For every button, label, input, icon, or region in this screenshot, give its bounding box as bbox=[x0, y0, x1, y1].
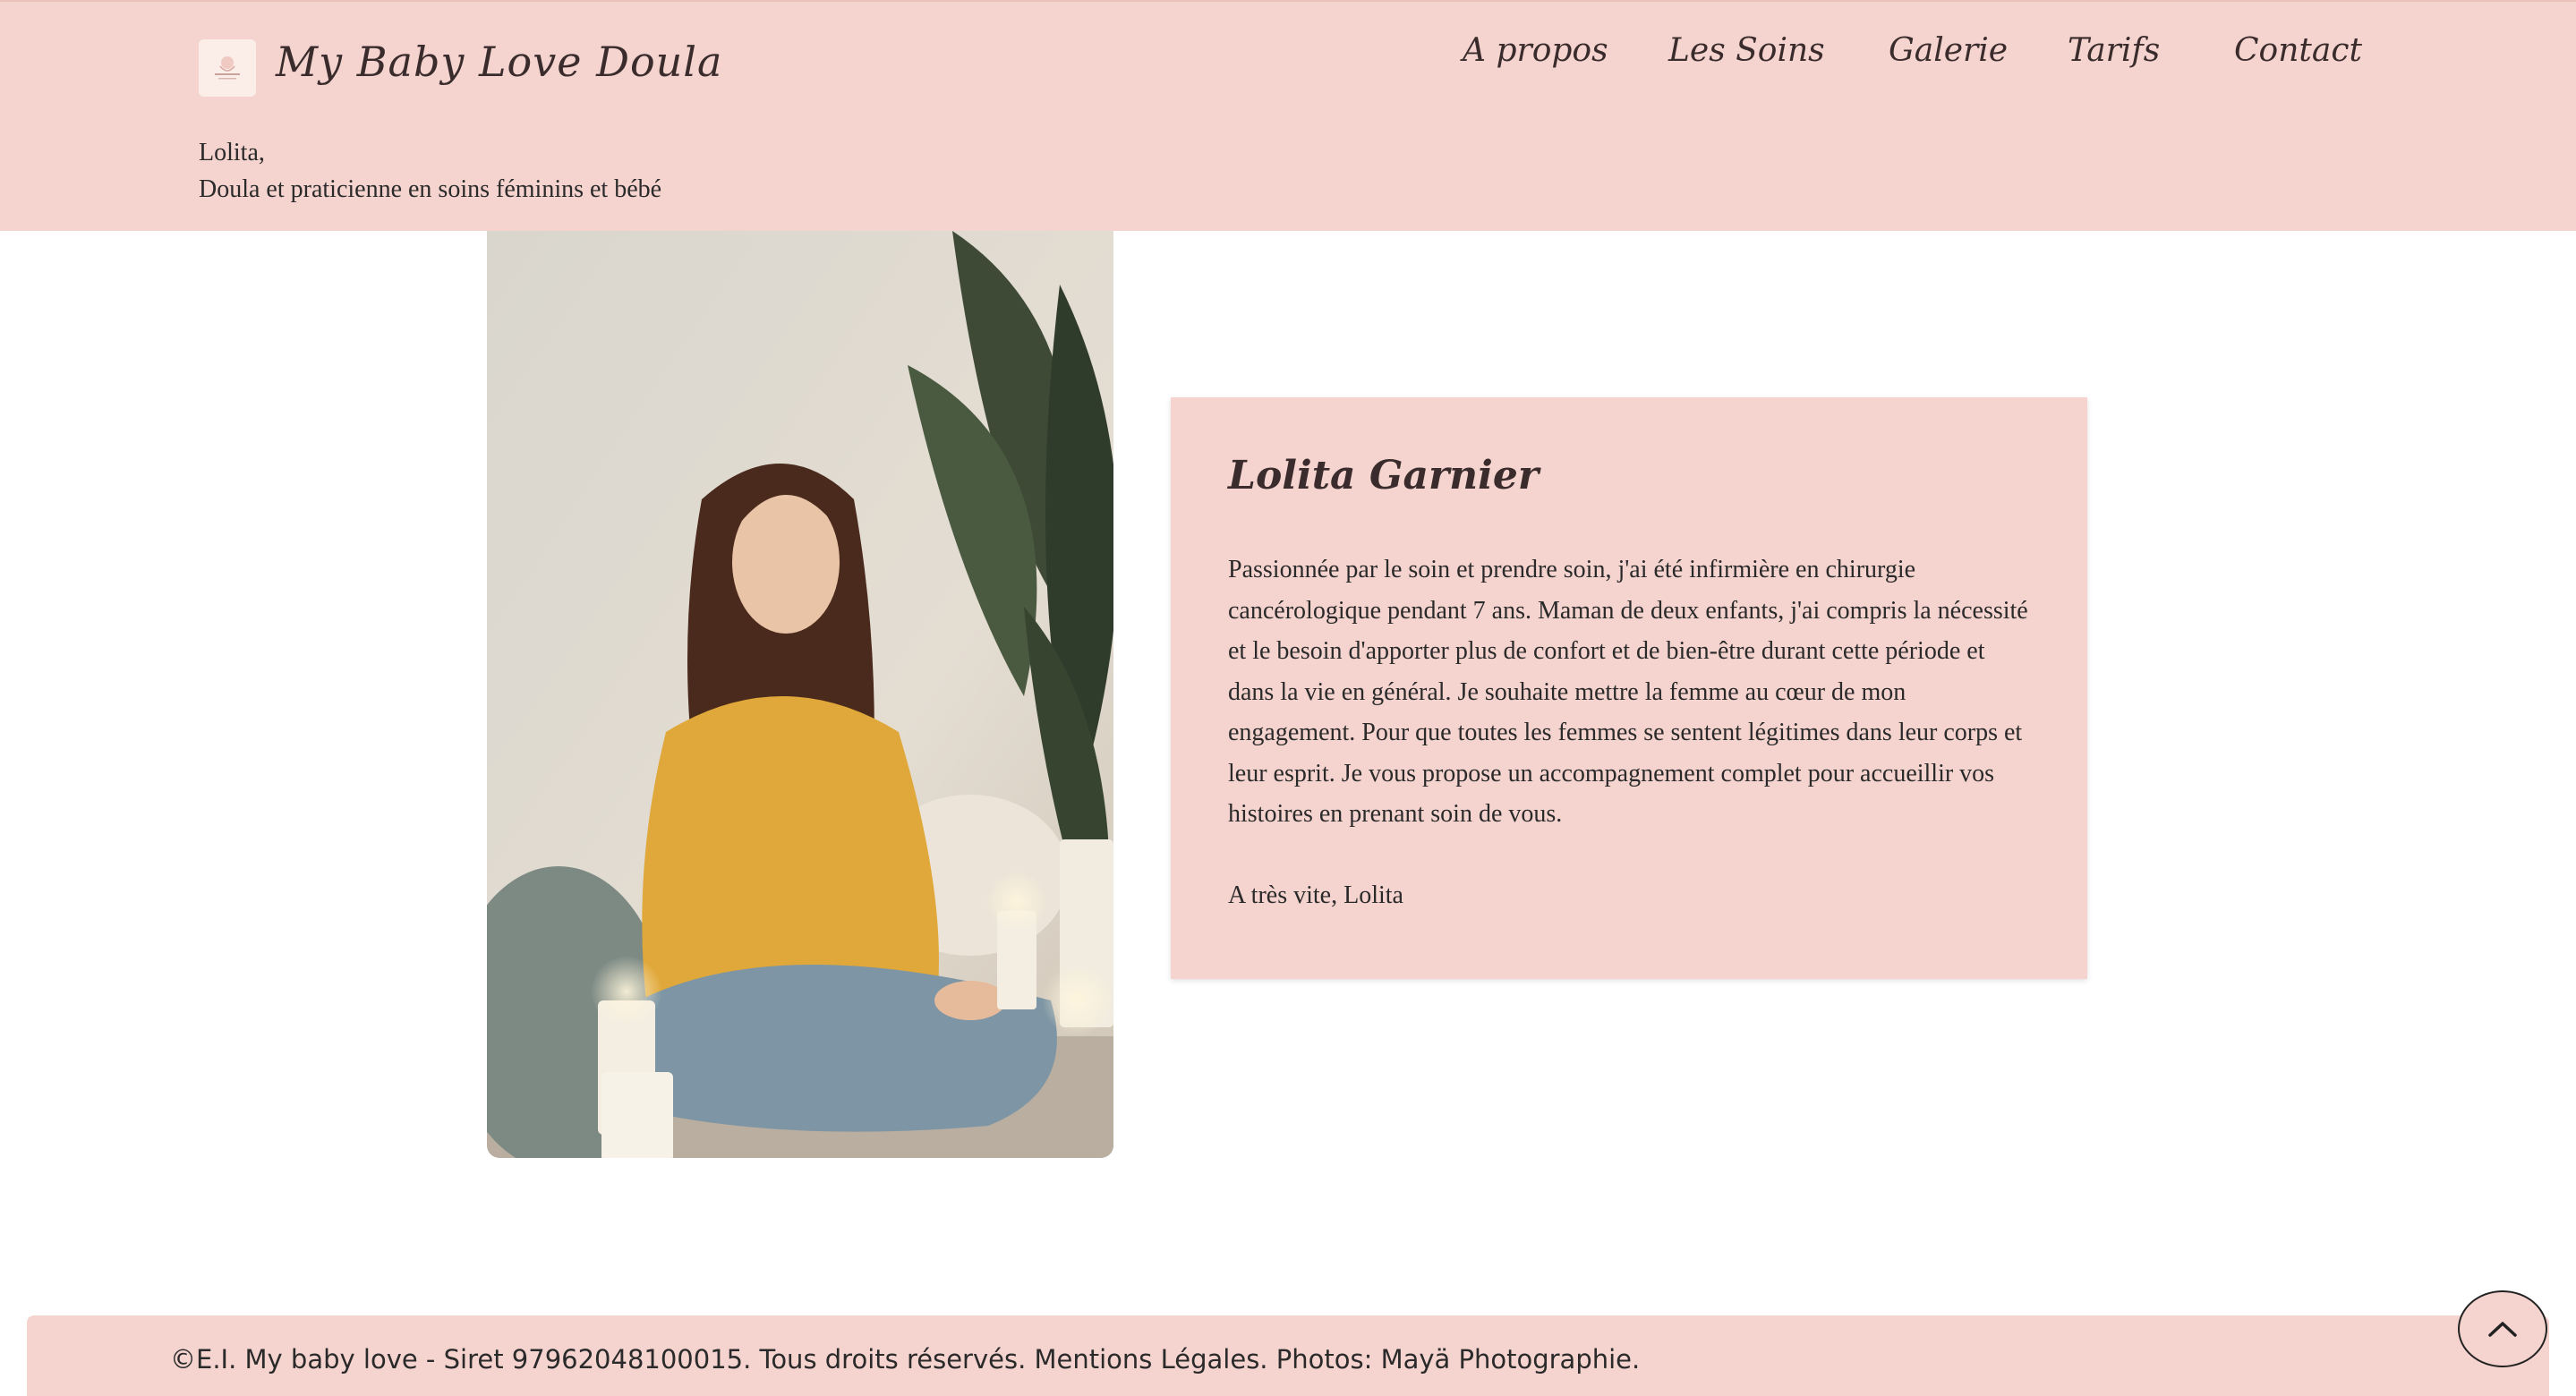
scroll-to-top-button[interactable] bbox=[2458, 1290, 2547, 1367]
bio-name: Lolita Garnier bbox=[1228, 453, 1540, 498]
nav-link-galerie[interactable]: Galerie bbox=[1889, 32, 2008, 69]
main-nav: A propos Les Soins Galerie Tarifs Contac… bbox=[1432, 32, 2362, 77]
nav-link-tarifs[interactable]: Tarifs bbox=[2068, 32, 2160, 69]
portrait-photo bbox=[487, 231, 1113, 1158]
baby-love-logo-icon[interactable] bbox=[199, 39, 256, 97]
site-footer: ©E.I. My baby love - Siret 9796204810001… bbox=[27, 1315, 2549, 1396]
nav-link-contact[interactable]: Contact bbox=[2234, 32, 2362, 69]
bio-card: Lolita Garnier Passionnée par le soin et… bbox=[1171, 397, 2087, 979]
chevron-up-icon bbox=[2488, 1322, 2517, 1337]
nav-link-a-propos[interactable]: A propos bbox=[1463, 32, 1608, 69]
footer-copyright: ©E.I. My baby love - Siret 9796204810001… bbox=[170, 1344, 1641, 1375]
tagline-role: Doula et praticienne en soins féminins e… bbox=[199, 175, 662, 203]
site-header: My Baby Love Doula A propos Les Soins Ga… bbox=[0, 0, 2576, 231]
site-title[interactable]: My Baby Love Doula bbox=[276, 38, 722, 86]
nav-link-les-soins[interactable]: Les Soins bbox=[1668, 32, 1825, 69]
bio-signature: A très vite, Lolita bbox=[1228, 881, 1403, 909]
tagline-name: Lolita, bbox=[199, 139, 265, 166]
header-tagline: Lolita, Doula et praticienne en soins fé… bbox=[199, 134, 661, 208]
bio-text: Passionnée par le soin et prendre soin, … bbox=[1228, 556, 2028, 828]
